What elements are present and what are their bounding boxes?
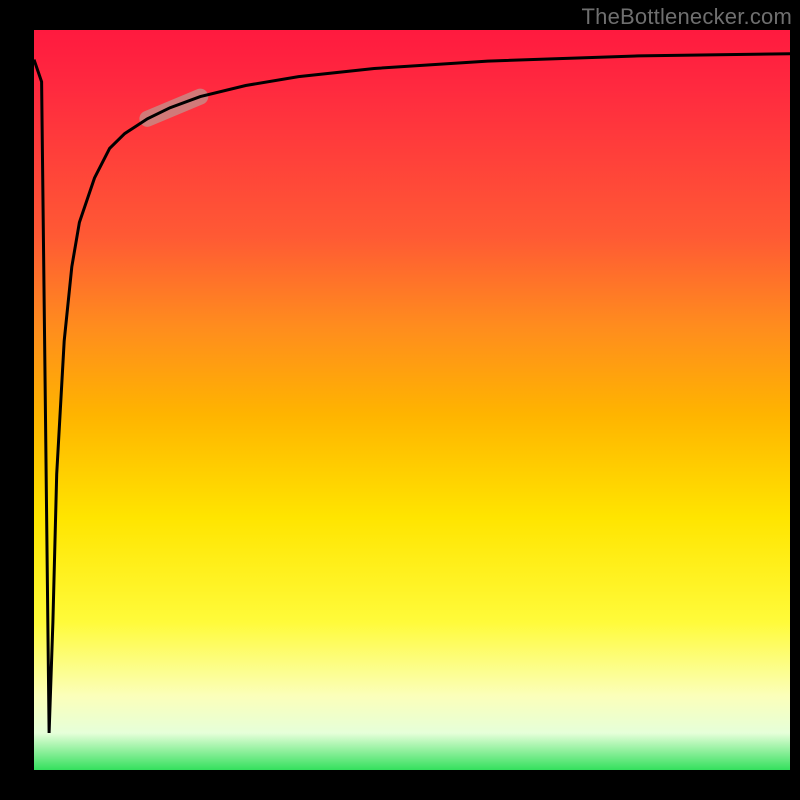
bottleneck-curve [34, 54, 790, 733]
watermark-text: TheBottlenecker.com [582, 4, 792, 30]
chart-stage: TheBottlenecker.com [0, 0, 800, 800]
curve-layer [34, 30, 790, 770]
plot-area [34, 30, 790, 770]
